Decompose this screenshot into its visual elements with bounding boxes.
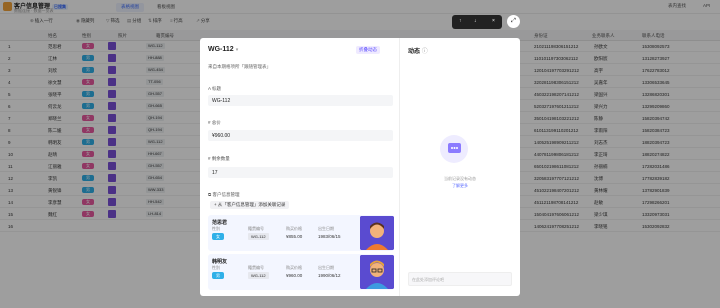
chevron-down-icon[interactable]: ▾: [236, 47, 239, 53]
field-price-input[interactable]: ¥960.00: [208, 130, 393, 141]
card-label-number: 籍贯编号: [248, 265, 264, 270]
next-record-button[interactable]: ↓: [474, 18, 477, 24]
card-name: 韩明友: [212, 259, 228, 265]
card-price: ¥855.00: [286, 234, 303, 239]
avatar: [360, 216, 394, 250]
field-label-stock: # 剩余数量: [208, 156, 230, 161]
card-label-gender: 性别: [212, 226, 220, 231]
collapse-activity-button[interactable]: 折叠动态: [356, 46, 380, 54]
field-stock-input[interactable]: 17: [208, 167, 393, 178]
comment-input[interactable]: 在此处添加评论吧: [408, 272, 512, 286]
record-title: WG-112: [208, 46, 234, 53]
card-label-price: 购买价格: [286, 226, 302, 231]
field-label-link: ⧉ 客户信息管理: [208, 192, 240, 197]
add-linked-record-button[interactable]: + 从「客户信息管理」添加关联记录: [210, 201, 290, 209]
linked-record-card[interactable]: 韩明友 性别 籍贯编号 购买价格 出生日期 男 WG-112 ¥960.00 1…: [208, 254, 394, 290]
expand-icon[interactable]: ⤢: [507, 15, 520, 28]
card-gender-badge: 女: [212, 233, 224, 240]
card-price: ¥960.00: [286, 273, 303, 278]
record-modal: WG-112 ▾ 折叠动态 来自本期格项所「跟随管理表」 A 标题 WG-112 …: [200, 38, 520, 296]
card-date: 1983/06/15: [318, 234, 341, 239]
help-icon[interactable]: ⓘ: [422, 49, 428, 55]
learn-more-link[interactable]: 了解更多: [400, 183, 520, 189]
field-label-price: # 总价: [208, 120, 221, 125]
card-number: WG-112: [248, 233, 269, 240]
card-name: 范思君: [212, 220, 228, 226]
empty-chat-icon: [440, 135, 468, 163]
chat-icon: [448, 143, 461, 153]
record-nav-bar: ↑ ↓ ×: [452, 15, 502, 29]
person-avatar-icon: [360, 216, 394, 250]
field-label-title: A 标题: [208, 86, 222, 91]
activity-panel: 动态 ⓘ 当前记录没有动态 了解更多 在此处添加评论吧: [400, 38, 520, 296]
card-date: 1990/06/12: [318, 273, 341, 278]
card-number: WG-112: [248, 272, 269, 279]
field-title-input[interactable]: WG-112: [208, 95, 393, 106]
activity-title: 动态 ⓘ: [408, 49, 428, 55]
card-label-number: 籍贯编号: [248, 226, 264, 231]
prev-record-button[interactable]: ↑: [459, 18, 462, 24]
card-label-date: 出生日期: [318, 265, 334, 270]
avatar: [360, 255, 394, 289]
record-detail-panel: WG-112 ▾ 折叠动态 来自本期格项所「跟随管理表」 A 标题 WG-112 …: [200, 38, 400, 296]
card-label-price: 购买价格: [286, 265, 302, 270]
close-icon[interactable]: ×: [492, 18, 495, 24]
person-avatar-icon: [360, 255, 394, 289]
record-source: 来自本期格项所「跟随管理表」: [208, 64, 271, 69]
empty-text: 当前记录没有动态: [444, 176, 476, 181]
card-gender-badge: 男: [212, 272, 224, 279]
card-label-gender: 性别: [212, 265, 220, 270]
card-label-date: 出生日期: [318, 226, 334, 231]
linked-record-card[interactable]: 范思君 性别 籍贯编号 购买价格 出生日期 女 WG-112 ¥855.00 1…: [208, 215, 394, 251]
